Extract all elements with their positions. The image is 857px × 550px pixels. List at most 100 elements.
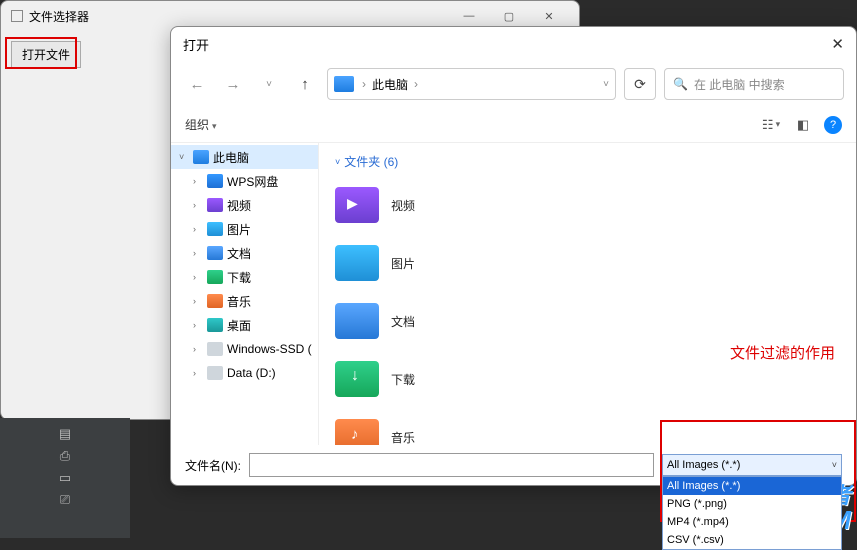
search-icon: 🔍 [673, 77, 688, 91]
open-file-button[interactable]: 打开文件 [11, 41, 81, 68]
organize-menu[interactable]: 组织▾ [185, 116, 217, 133]
folder-music[interactable]: 音乐 [335, 410, 575, 445]
ide-icon: ⎚ [57, 492, 73, 508]
expand-icon[interactable]: › [193, 272, 203, 282]
sidebar-item-music[interactable]: › 音乐 [171, 289, 318, 313]
up-button[interactable]: ↑ [291, 76, 319, 93]
view-options-button[interactable]: ☷▾ [760, 114, 782, 136]
close-button[interactable]: ✕ [529, 10, 569, 23]
ide-icon: ▤ [57, 426, 73, 442]
download-icon [207, 270, 223, 284]
expand-icon[interactable]: › [193, 176, 203, 186]
picture-folder-icon [335, 245, 379, 281]
expand-icon[interactable]: › [193, 224, 203, 234]
breadcrumb-separator: › [362, 77, 366, 91]
document-folder-icon [335, 303, 379, 339]
ide-icon: ▭ [57, 470, 73, 486]
disk-icon [207, 366, 223, 380]
sidebar-item-downloads[interactable]: › 下载 [171, 265, 318, 289]
content-area: ˅ 文件夹 (6) 视频 图片 文档 下载 [319, 143, 856, 445]
chevron-down-icon: ˅ [335, 157, 340, 167]
close-icon[interactable]: ✕ [831, 35, 844, 53]
expand-icon[interactable]: › [193, 200, 203, 210]
parent-title: 文件选择器 [29, 8, 89, 25]
section-folders-header[interactable]: ˅ 文件夹 (6) [335, 153, 840, 170]
filename-input[interactable] [249, 453, 654, 477]
folders-grid: 视频 图片 文档 下载 音乐 [335, 178, 840, 445]
address-row: ← → ˅ ↑ › 此电脑 › ˅ ⟳ 🔍 在 此电脑 中搜索 [171, 61, 856, 107]
filter-option[interactable]: PNG (*.png) [663, 495, 841, 513]
sidebar-item-label: 视频 [227, 197, 251, 214]
download-folder-icon [335, 361, 379, 397]
expand-icon[interactable]: › [193, 320, 203, 330]
sidebar-item-windows-ssd[interactable]: › Windows-SSD ( [171, 337, 318, 361]
maximize-button[interactable]: ▢ [489, 10, 529, 23]
sidebar-item-label: 此电脑 [213, 149, 249, 166]
app-icon [11, 10, 23, 22]
pc-icon [193, 150, 209, 164]
sidebar-item-videos[interactable]: › 视频 [171, 193, 318, 217]
expand-icon[interactable]: › [193, 296, 203, 306]
sidebar-item-wps[interactable]: › WPS网盘 [171, 169, 318, 193]
folder-downloads[interactable]: 下载 [335, 352, 575, 406]
sidebar-item-label: WPS网盘 [227, 173, 278, 190]
pc-icon [334, 76, 354, 92]
music-icon [207, 294, 223, 308]
filename-label: 文件名(N): [185, 457, 241, 474]
document-icon [207, 246, 223, 260]
ide-icon: ⎙ [57, 448, 73, 464]
file-type-filter[interactable]: All Images (*.*) ˅ All Images (*.*) PNG … [662, 454, 842, 476]
sidebar-item-label: Windows-SSD ( [227, 342, 312, 356]
minimize-button[interactable]: — [449, 10, 489, 22]
disk-icon [207, 342, 223, 356]
filter-dropdown: All Images (*.*) PNG (*.png) MP4 (*.mp4)… [662, 476, 842, 550]
background-ide-strip: ▤ ⎙ ▭ ⎚ [0, 418, 130, 538]
wps-icon [207, 174, 223, 188]
expand-icon[interactable]: › [193, 368, 203, 378]
sidebar-item-documents[interactable]: › 文档 [171, 241, 318, 265]
search-input[interactable]: 🔍 在 此电脑 中搜索 [664, 68, 844, 100]
sidebar-item-data-d[interactable]: › Data (D:) [171, 361, 318, 385]
sidebar-item-label: 文档 [227, 245, 251, 262]
folder-pictures[interactable]: 图片 [335, 236, 575, 290]
chevron-down-icon: ˅ [832, 460, 837, 470]
picture-icon [207, 222, 223, 236]
sidebar-item-label: 图片 [227, 221, 251, 238]
filter-option[interactable]: All Images (*.*) [663, 477, 841, 495]
folder-documents[interactable]: 文档 [335, 294, 575, 348]
dialog-title: 打开 [183, 35, 209, 54]
address-chevron-icon[interactable]: ˅ [603, 79, 609, 90]
breadcrumb-location[interactable]: 此电脑 [372, 76, 408, 93]
sidebar-tree: ˅ 此电脑 › WPS网盘 › 视频 › 图片 › 文 [171, 143, 319, 445]
breadcrumb-separator: › [414, 77, 418, 91]
expand-icon[interactable]: › [193, 248, 203, 258]
filter-option[interactable]: MP4 (*.mp4) [663, 513, 841, 531]
refresh-button[interactable]: ⟳ [624, 68, 656, 100]
filter-option[interactable]: CSV (*.csv) [663, 531, 841, 549]
help-button[interactable]: ? [824, 116, 842, 134]
annotation-text: 文件过滤的作用 [730, 342, 835, 363]
search-placeholder: 在 此电脑 中搜索 [694, 76, 785, 93]
open-file-dialog: 打开 ✕ ← → ˅ ↑ › 此电脑 › ˅ ⟳ 🔍 在 此电脑 中搜索 组织▾… [170, 26, 857, 486]
sidebar-item-pictures[interactable]: › 图片 [171, 217, 318, 241]
folder-videos[interactable]: 视频 [335, 178, 575, 232]
expand-icon[interactable]: › [193, 344, 203, 354]
sidebar-item-label: 桌面 [227, 317, 251, 334]
address-bar[interactable]: › 此电脑 › ˅ [327, 68, 616, 100]
forward-button[interactable]: → [219, 76, 247, 93]
preview-pane-button[interactable]: ◧ [792, 114, 814, 136]
sidebar-item-this-pc[interactable]: ˅ 此电脑 [171, 145, 318, 169]
history-chevron-icon[interactable]: ˅ [255, 79, 283, 90]
sidebar-item-desktop[interactable]: › 桌面 [171, 313, 318, 337]
back-button[interactable]: ← [183, 76, 211, 93]
music-folder-icon [335, 419, 379, 445]
toolbar: 组织▾ ☷▾ ◧ ? [171, 107, 856, 143]
sidebar-item-label: 音乐 [227, 293, 251, 310]
expand-icon[interactable]: ˅ [179, 152, 189, 162]
video-icon [207, 198, 223, 212]
sidebar-item-label: Data (D:) [227, 366, 276, 380]
filename-row: 文件名(N): All Images (*.*) ˅ All Images (*… [171, 445, 856, 485]
filter-selected[interactable]: All Images (*.*) ˅ [662, 454, 842, 476]
desktop-icon [207, 318, 223, 332]
sidebar-item-label: 下载 [227, 269, 251, 286]
